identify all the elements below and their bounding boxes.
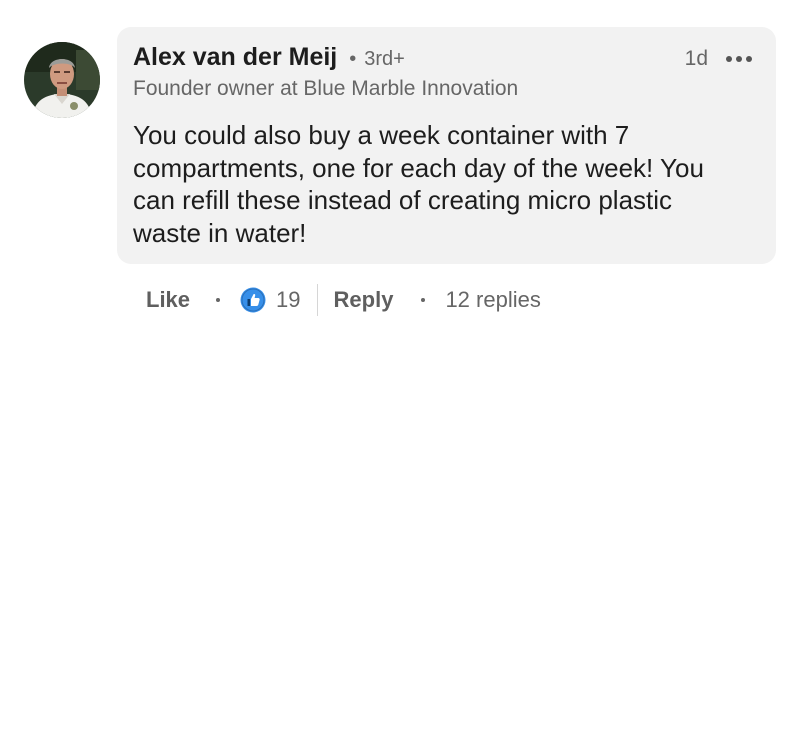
author-name[interactable]: Alex van der Meij xyxy=(133,43,337,72)
reply-button[interactable]: Reply xyxy=(334,287,394,313)
connection-degree: 3rd+ xyxy=(364,48,405,70)
author-avatar[interactable] xyxy=(24,42,100,118)
comment-bubble: Alex van der Meij • 3rd+ 1d Founder owne… xyxy=(117,27,776,264)
action-separator-dot xyxy=(216,298,221,302)
thumbs-up-icon[interactable] xyxy=(240,287,266,313)
more-dot xyxy=(726,56,732,62)
replies-link[interactable]: 12 replies xyxy=(445,287,540,313)
more-dot xyxy=(746,56,752,62)
action-separator-dot xyxy=(421,298,426,302)
more-options-icon[interactable] xyxy=(726,49,752,69)
action-divider xyxy=(316,284,318,316)
timestamp: 1d xyxy=(684,47,708,70)
avatar-photo xyxy=(24,42,100,118)
author-headline: Founder owner at Blue Marble Innovation xyxy=(133,77,519,100)
comment-meta: 1d xyxy=(685,47,752,71)
like-button[interactable]: Like xyxy=(146,287,190,313)
comment-actions: Like 19 Reply 12 replies xyxy=(146,283,541,317)
more-dot xyxy=(736,56,742,62)
author-row: Alex van der Meij • 3rd+ xyxy=(133,43,405,72)
comment-text: You could also buy a week container with… xyxy=(133,120,704,248)
reaction-count[interactable]: 19 xyxy=(276,287,300,313)
comment: Alex van der Meij • 3rd+ 1d Founder owne… xyxy=(0,0,800,749)
degree-separator: • xyxy=(349,48,357,70)
